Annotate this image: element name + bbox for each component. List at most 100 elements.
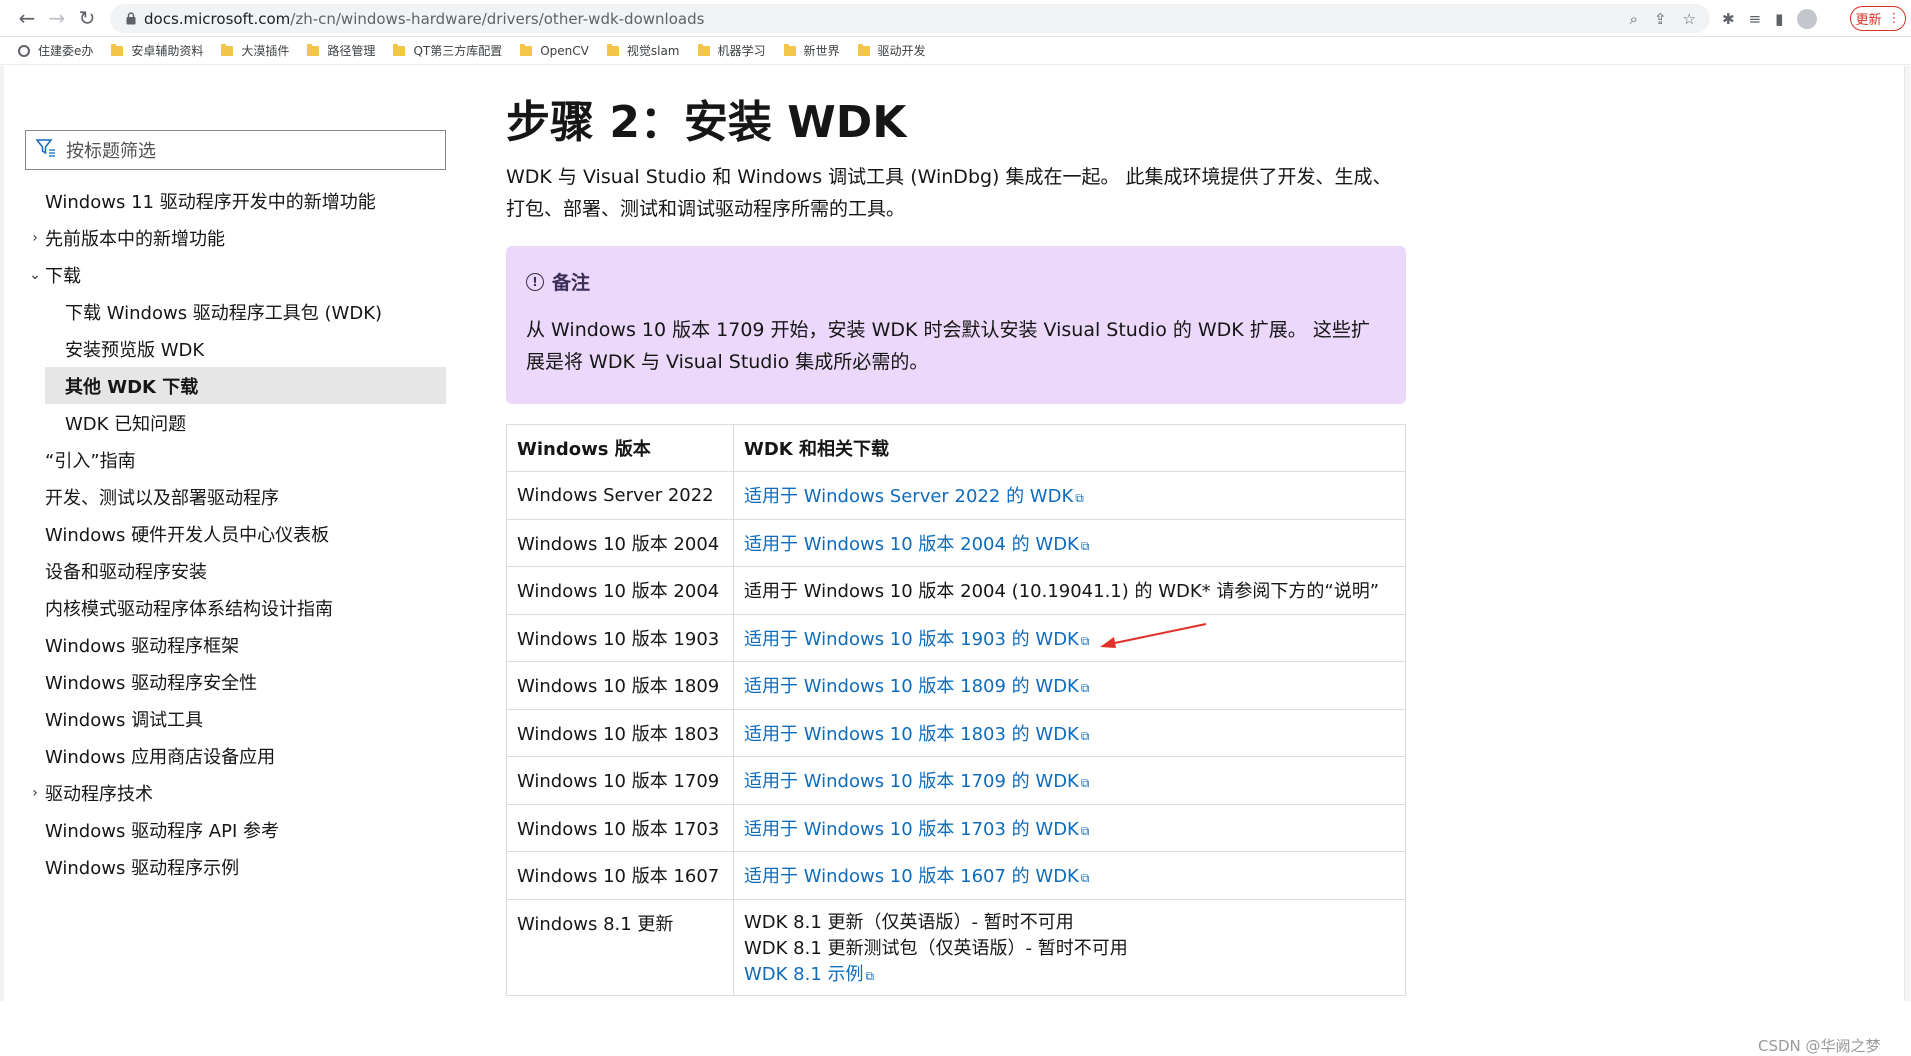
table-row: Windows 10 版本 1903 适用于 Windows 10 版本 190… [506, 613, 1406, 662]
toc-item-preview-wdk[interactable]: 安装预览版 WDK [25, 330, 446, 367]
bookmark-item[interactable]: 安卓辅助资料 [111, 42, 203, 59]
version-cell: Windows 10 版本 1709 [506, 756, 734, 805]
address-bar[interactable]: docs.microsoft.com/zh-cn/windows-hardwar… [110, 4, 1710, 33]
toc-item-bring-up-guide[interactable]: “引入”指南 [25, 441, 446, 478]
bookmark-item[interactable]: QT第三方库配置 [393, 42, 502, 59]
filter-icon [35, 138, 60, 162]
external-link-icon: ⧉ [1080, 728, 1090, 743]
toc-label: 开发、测试以及部署驱动程序 [45, 487, 279, 509]
download-link[interactable]: 适用于 Windows 10 版本 1809 的 WDK [744, 676, 1079, 697]
toc-item-whats-new-win11[interactable]: Windows 11 驱动程序开发中的新增功能 [25, 182, 446, 219]
note-callout: ! 备注 从 Windows 10 版本 1709 开始，安装 WDK 时会默认… [506, 246, 1406, 404]
lock-icon [118, 12, 144, 25]
bookmark-item[interactable]: OpenCV [520, 43, 589, 58]
reload-icon[interactable]: ↻ [72, 3, 102, 33]
download-link[interactable]: 适用于 Windows 10 版本 2004 的 WDK [744, 534, 1079, 555]
note-body: 从 Windows 10 版本 1709 开始，安装 WDK 时会默认安装 Vi… [526, 319, 1370, 373]
bookmark-item[interactable]: 驱动开发 [857, 42, 926, 59]
note-title-text: 备注 [552, 272, 591, 294]
toc-item-driver-technologies[interactable]: › 驱动程序技术 [25, 774, 446, 811]
toc-item-device-driver-install[interactable]: 设备和驱动程序安装 [25, 552, 446, 589]
toc-item-other-wdk-downloads[interactable]: 其他 WDK 下载 [45, 367, 446, 404]
folder-icon [783, 43, 796, 56]
toc-label: Windows 应用商店设备应用 [45, 746, 276, 768]
bookmark-item[interactable]: 机器学习 [697, 42, 766, 59]
download-link[interactable]: 适用于 Windows Server 2022 的 WDK [744, 486, 1073, 507]
bookmark-item[interactable]: 路径管理 [307, 42, 375, 59]
external-link-icon: ⧉ [1080, 823, 1090, 838]
external-link-icon: ⧉ [1080, 776, 1090, 791]
toc-item-driver-samples[interactable]: Windows 驱动程序示例 [25, 848, 446, 885]
page-content: 按标题筛选 Windows 11 驱动程序开发中的新增功能 › 先前版本中的新增功… [0, 66, 1911, 1055]
reading-list-icon[interactable]: ≡ [1749, 10, 1762, 28]
toc-item-previous-versions[interactable]: › 先前版本中的新增功能 [25, 219, 446, 256]
toc-item-download-wdk[interactable]: 下载 Windows 驱动程序工具包 (WDK) [25, 293, 446, 330]
bookmark-item[interactable]: 新世界 [783, 42, 840, 59]
watermark: CSDN @华阙之梦 [1758, 1037, 1881, 1055]
toc-item-debugging-tools[interactable]: Windows 调试工具 [25, 700, 446, 737]
filter-placeholder: 按标题筛选 [66, 141, 156, 162]
share-icon[interactable]: ⇪ [1654, 10, 1667, 28]
version-cell: Windows Server 2022 [506, 471, 734, 520]
table-row: Windows 10 版本 1703 适用于 Windows 10 版本 170… [506, 803, 1406, 852]
chevron-right-icon[interactable]: › [25, 785, 45, 801]
download-cell: 适用于 Windows 10 版本 1809 的 WDK ⧉ [733, 661, 1406, 710]
download-cell: 适用于 Windows 10 版本 1803 的 WDK ⧉ [733, 708, 1406, 757]
toc-item-hardware-dashboard[interactable]: Windows 硬件开发人员中心仪表板 [25, 515, 446, 552]
bookmark-label: 新世界 [803, 44, 840, 58]
folder-icon [111, 43, 124, 56]
bookmark-label: 视觉slam [626, 44, 680, 58]
folder-icon [393, 43, 406, 56]
download-link[interactable]: 适用于 Windows 10 版本 1703 的 WDK [744, 819, 1079, 840]
folder-icon [520, 43, 533, 56]
profile-avatar[interactable] [1797, 8, 1818, 29]
external-link-icon: ⧉ [1080, 633, 1090, 648]
bookmark-item[interactable]: 大漠插件 [221, 42, 289, 59]
column-header: Windows 版本 [506, 424, 734, 472]
forward-arrow-icon[interactable]: → [42, 3, 72, 33]
external-link-icon: ⧉ [1080, 871, 1090, 886]
red-annotation-arrow [1100, 623, 1207, 648]
star-icon[interactable]: ☆ [1683, 10, 1696, 28]
download-link[interactable]: 适用于 Windows 10 版本 1607 的 WDK [744, 866, 1079, 887]
toc-item-driver-frameworks[interactable]: Windows 驱动程序框架 [25, 626, 446, 663]
filter-input[interactable]: 按标题筛选 [25, 130, 446, 170]
table-row: Windows 10 版本 2004 适用于 Windows 10 版本 200… [506, 566, 1406, 615]
toc-item-api-reference[interactable]: Windows 驱动程序 API 参考 [25, 811, 446, 848]
zoom-icon[interactable]: ⌕ [1630, 10, 1638, 28]
external-link-icon: ⧉ [1080, 681, 1090, 696]
table-of-contents: Windows 11 驱动程序开发中的新增功能 › 先前版本中的新增功能 ⌄ 下载 … [25, 182, 446, 885]
back-arrow-icon[interactable]: ← [12, 3, 42, 33]
version-cell: Windows 10 版本 1803 [506, 708, 734, 757]
download-text: WDK 8.1 更新测试包（仅英语版）- 暂时不可用 [744, 937, 1128, 959]
bookmark-label: OpenCV [540, 43, 589, 58]
toc-label: Windows 调试工具 [45, 709, 204, 731]
chevron-right-icon[interactable]: › [25, 230, 45, 246]
globe-icon [18, 44, 30, 57]
chevron-down-icon[interactable]: ⌄ [25, 267, 45, 283]
table-row: Windows Server 2022 适用于 Windows Server 2… [506, 471, 1406, 520]
toc-label: WDK 已知问题 [65, 413, 187, 435]
toc-label: Windows 硬件开发人员中心仪表板 [45, 524, 330, 546]
toc-item-kernel-mode-guide[interactable]: 内核模式驱动程序体系结构设计指南 [25, 589, 446, 626]
toc-item-store-device-apps[interactable]: Windows 应用商店设备应用 [25, 737, 446, 774]
samples-link[interactable]: WDK 8.1 示例 [744, 964, 864, 985]
download-link[interactable]: 适用于 Windows 10 版本 1803 的 WDK [744, 724, 1079, 745]
side-panel-icon[interactable]: ▮ [1775, 10, 1783, 28]
toc-item-develop-test-deploy[interactable]: 开发、测试以及部署驱动程序 [25, 478, 446, 515]
scrollbar[interactable] [1904, 66, 1911, 1001]
toc-item-driver-security[interactable]: Windows 驱动程序安全性 [25, 663, 446, 700]
bookmark-item[interactable]: 视觉slam [606, 42, 680, 59]
bookmark-item[interactable]: 住建委e办 [18, 42, 93, 59]
toc-item-download[interactable]: ⌄ 下载 [25, 256, 446, 293]
download-cell: 适用于 Windows 10 版本 1703 的 WDK ⧉ [733, 803, 1406, 852]
version-cell: Windows 10 版本 1607 [506, 851, 734, 900]
toc-label: 下载 Windows 驱动程序工具包 (WDK) [65, 302, 383, 324]
toc-item-wdk-known-issues[interactable]: WDK 已知问题 [25, 404, 446, 441]
download-link[interactable]: 适用于 Windows 10 版本 1903 的 WDK [744, 629, 1079, 650]
extensions-icon[interactable]: ✱ [1722, 10, 1735, 28]
update-button[interactable]: 更新 ⋮ [1850, 6, 1906, 31]
download-link[interactable]: 适用于 Windows 10 版本 1709 的 WDK [744, 771, 1079, 792]
more-menu-icon: ⋮ [1887, 11, 1901, 26]
download-cell: WDK 8.1 更新（仅英语版）- 暂时不可用 WDK 8.1 更新测试包（仅英… [733, 898, 1406, 996]
